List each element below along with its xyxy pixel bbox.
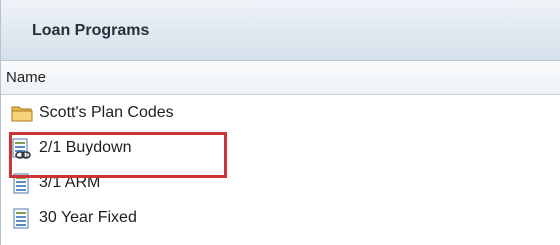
list-item-scotts-plan-codes[interactable]: Scott's Plan Codes [1, 95, 560, 130]
linked-document-icon [11, 138, 31, 160]
loan-program-list: Scott's Plan Codes 2/1 Buydown 3/1 ARM 3… [1, 95, 560, 235]
loan-programs-panel: Loan Programs Name Scott's Plan Codes 2/… [0, 0, 560, 245]
name-column-label: Name [6, 69, 47, 86]
folder-icon [11, 103, 33, 125]
list-item-30-year-fixed[interactable]: 30 Year Fixed [1, 200, 560, 235]
list-item-label: 2/1 Buydown [39, 139, 132, 156]
panel-header: Loan Programs [1, 0, 560, 61]
document-icon [11, 173, 31, 195]
panel-title: Loan Programs [32, 22, 150, 39]
list-item-label: 30 Year Fixed [39, 209, 137, 226]
list-item-2-1-buydown[interactable]: 2/1 Buydown [1, 130, 560, 165]
list-item-label: 3/1 ARM [39, 174, 101, 191]
name-column-header[interactable]: Name [1, 61, 560, 95]
document-icon [11, 208, 31, 230]
list-item-3-1-arm[interactable]: 3/1 ARM [1, 165, 560, 200]
list-item-label: Scott's Plan Codes [39, 104, 174, 121]
